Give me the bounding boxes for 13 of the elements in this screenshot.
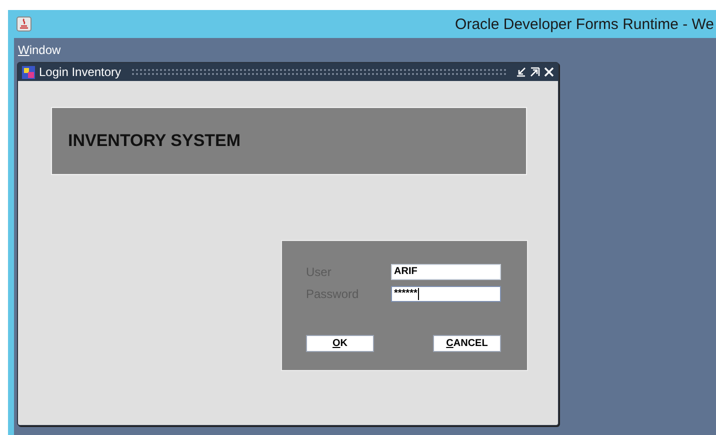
form-title: Login Inventory bbox=[39, 65, 122, 79]
menu-item[interactable]: Window bbox=[18, 43, 61, 57]
header-title: INVENTORY SYSTEM bbox=[68, 131, 241, 151]
form-icon bbox=[22, 66, 35, 78]
maximize-icon[interactable] bbox=[530, 67, 540, 77]
input-field[interactable]: ARIF bbox=[391, 264, 501, 280]
input-field[interactable]: ****** bbox=[391, 286, 501, 302]
window-title: Oracle Developer Forms Runtime - We bbox=[455, 16, 714, 32]
java-icon bbox=[16, 16, 32, 32]
cancel-button[interactable]: CANCEL bbox=[433, 335, 501, 352]
close-icon[interactable] bbox=[544, 67, 554, 77]
ok-button[interactable]: OK bbox=[306, 335, 374, 352]
minimize-icon[interactable] bbox=[516, 67, 526, 77]
